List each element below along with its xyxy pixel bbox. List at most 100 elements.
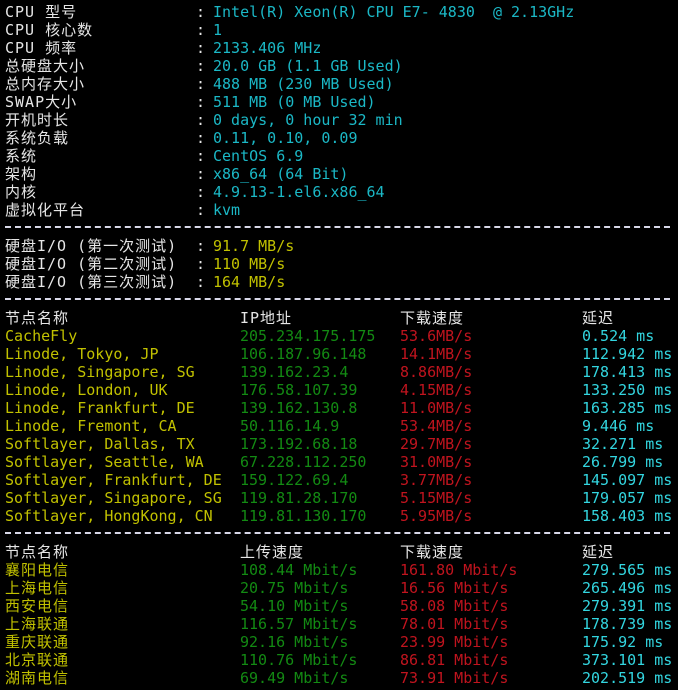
latency: 373.101 ms [582,651,673,669]
latency: 145.097 ms [582,471,673,489]
sysinfo-label: 虚拟化平台 [5,201,86,219]
sysinfo-label: CPU 频率 [5,39,78,57]
node-name: 北京联通 [5,651,70,669]
sysinfo-value: 1 [213,21,223,39]
download-speed: 78.01 Mbit/s [400,615,509,633]
node-name: Softlayer, Singapore, SG [5,489,222,507]
intl-speed-row: CacheFly 205.234.175.175 53.6MB/s 0.524 ms [0,327,678,345]
cn-speed-row: 上海电信 20.75 Mbit/s 16.56 Mbit/s 265.496 ms [0,579,678,597]
disk-io-row: 硬盘I/O (第二次测试):110 MB/s [0,255,678,273]
node-name: 上海联通 [5,615,70,633]
upload-speed: 69.49 Mbit/s [240,669,349,687]
latency: 32.271 ms [582,435,664,453]
sysinfo-row: 架构: x86_64 (64 Bit) [0,165,678,183]
download-speed: 5.15MB/s [400,489,473,507]
ip-address: 50.116.14.9 [240,417,340,435]
download-speed: 3.77MB/s [400,471,473,489]
node-name: Linode, Fremont, CA [5,417,177,435]
ip-address: 173.192.68.18 [240,435,358,453]
latency: 0.524 ms [582,327,655,345]
intl-speed-row: Linode, Frankfurt, DE 139.162.130.8 11.0MB… [0,399,678,417]
latency: 9.446 ms [582,417,655,435]
intl-speed-row: Softlayer, HongKong, CN 119.81.130.170 5.9… [0,507,678,525]
colon-separator: : [196,21,206,39]
node-name: 重庆联通 [5,633,70,651]
node-name: Linode, Tokyo, JP [5,345,159,363]
download-speed: 4.15MB/s [400,381,473,399]
download-speed: 14.1MB/s [400,345,473,363]
sysinfo-value: 2133.406 MHz [213,39,322,57]
colon-separator: : [196,183,206,201]
colon-separator: : [196,165,206,183]
ip-address: 119.81.28.170 [240,489,358,507]
sysinfo-row: 系统: CentOS 6.9 [0,147,678,165]
colon-separator: : [196,57,206,75]
node-name: CacheFly [5,327,78,345]
upload-speed: 20.75 Mbit/s [240,579,349,597]
latency: 163.285 ms [582,399,673,417]
sysinfo-row: CPU 频率:2133.406 MHz [0,39,678,57]
header-download: 下载速度 [400,309,465,327]
sysinfo-value: kvm [213,201,241,219]
ip-address: 139.162.130.8 [240,399,358,417]
sysinfo-value: 511 MB (0 MB Used) [213,93,376,111]
download-speed: 5.95MB/s [400,507,473,525]
node-name: 西安电信 [5,597,70,615]
colon-separator: : [196,93,206,111]
latency: 158.403 ms [582,507,673,525]
colon-separator: : [196,39,206,57]
upload-speed: 54.10 Mbit/s [240,597,349,615]
sysinfo-label: 总硬盘大小 [5,57,86,75]
download-speed: 53.6MB/s [400,327,473,345]
upload-speed: 92.16 Mbit/s [240,633,349,651]
sysinfo-value: 4.9.13-1.el6.x86_64 [213,183,385,201]
intl-speed-row: Softlayer, Seattle, WA 67.228.112.250 31.0… [0,453,678,471]
sysinfo-row: CPU 型号: Intel(R) Xeon(R) CPU E7- 4830 @ 2… [0,3,678,21]
upload-speed: 116.57 Mbit/s [240,615,358,633]
sysinfo-row: 系统负载:0.11, 0.10, 0.09 [0,129,678,147]
sysinfo-value: Intel(R) Xeon(R) CPU E7- 4830 @ 2.13GHz [213,3,575,21]
disk-io-value: 91.7 MB/s [213,237,295,255]
node-name: Softlayer, HongKong, CN [5,507,213,525]
node-name: 湖南电信 [5,669,70,687]
download-speed: 86.81 Mbit/s [400,651,509,669]
disk-io-label: 硬盘I/O (第一次测试) [5,237,178,255]
ip-address: 205.234.175.175 [240,327,376,345]
colon-separator: : [196,255,206,273]
colon-separator: : [196,75,206,93]
sysinfo-row: 内核:4.9.13-1.el6.x86_64 [0,183,678,201]
intl-speed-row: Linode, Singapore, SG 139.162.23.4 8.86MB/… [0,363,678,381]
sysinfo-label: 系统负载 [5,129,70,147]
intl-speed-row: Linode, London, UK 176.58.107.39 4.15MB/s 1… [0,381,678,399]
divider [5,226,670,228]
latency: 178.413 ms [582,363,673,381]
node-name: Linode, London, UK [5,381,168,399]
latency: 133.250 ms [582,381,673,399]
sysinfo-value: 488 MB (230 MB Used) [213,75,394,93]
download-speed: 31.0MB/s [400,453,473,471]
download-speed: 16.56 Mbit/s [400,579,509,597]
cn-speed-row: 重庆联通 92.16 Mbit/s 23.99 Mbit/s 175.92 ms [0,633,678,651]
divider [5,298,670,300]
ip-address: 106.187.96.148 [240,345,367,363]
header-upload: 上传速度 [240,543,305,561]
ip-address: 139.162.23.4 [240,363,349,381]
intl-speed-row: Softlayer, Frankfurt, DE 159.122.69.4 3.77… [0,471,678,489]
latency: 279.565 ms [582,561,673,579]
disk-io-label: 硬盘I/O (第二次测试) [5,255,178,273]
sysinfo-label: 总内存大小 [5,75,86,93]
colon-separator: : [196,273,206,291]
ip-address: 67.228.112.250 [240,453,367,471]
node-name: Linode, Singapore, SG [5,363,195,381]
latency: 175.92 ms [582,633,664,651]
cn-speed-row: 北京联通 110.76 Mbit/s 86.81 Mbit/s 373.101 ms [0,651,678,669]
disk-io-value: 164 MB/s [213,273,286,291]
latency: 279.391 ms [582,597,673,615]
colon-separator: : [196,147,206,165]
intl-speed-row: Softlayer, Dallas, TX 173.192.68.18 29.7MB… [0,435,678,453]
colon-separator: : [196,3,206,21]
sysinfo-value: 0.11, 0.10, 0.09 [213,129,358,147]
colon-separator: : [196,201,206,219]
ip-address: 159.122.69.4 [240,471,349,489]
colon-separator: : [196,129,206,147]
